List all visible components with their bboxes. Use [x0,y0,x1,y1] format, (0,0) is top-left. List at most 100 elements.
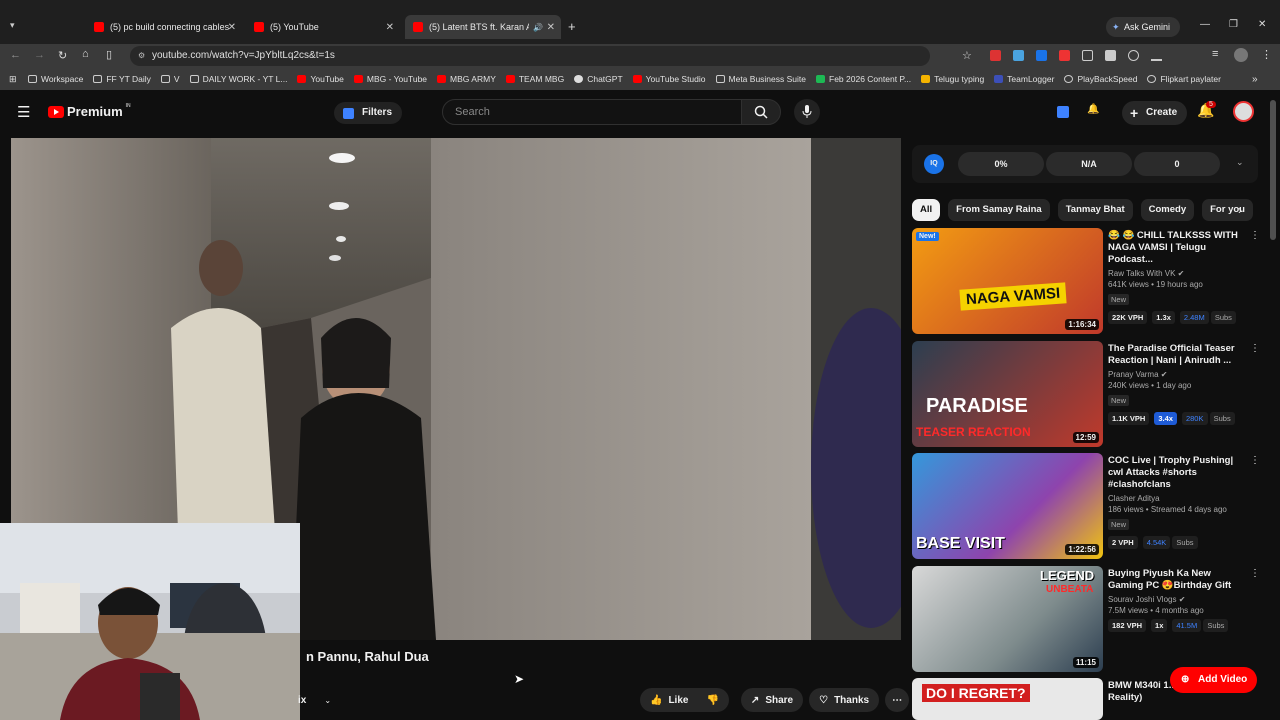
scrollbar[interactable] [1270,100,1276,240]
bookmark-item[interactable]: PlayBackSpeed [1064,74,1137,84]
tab-pinned-2[interactable] [60,15,82,39]
channel-name[interactable]: Sourav Joshi Vlogs ✔ [1108,595,1248,604]
bookmark-star-icon[interactable]: ☆ [962,49,972,62]
profile-icon[interactable] [1234,48,1248,62]
more-actions-button[interactable]: ⋯ [885,688,910,712]
video-thumbnail[interactable]: PARADISE TEASER REACTION 12:59 [912,341,1103,447]
extension-icon[interactable] [1059,50,1070,61]
recommended-video[interactable]: PARADISE TEASER REACTION 12:59 The Parad… [912,341,1262,447]
create-button[interactable]: + Create [1122,101,1188,125]
close-tab-icon[interactable]: ✕ [228,22,236,33]
more-vertical-icon[interactable]: ⋮ [1250,569,1260,579]
bookmark-item[interactable]: Flipkart paylater [1147,74,1221,84]
browser-menu-icon[interactable]: ⋮ [1261,48,1272,61]
close-window-icon[interactable]: ✕ [1258,19,1266,30]
bookmark-item[interactable]: TeamLogger [994,74,1054,84]
restore-icon[interactable]: ❐ [1229,19,1238,30]
more-vertical-icon[interactable]: ⋮ [1250,456,1260,466]
account-avatar[interactable] [1233,101,1254,122]
video-thumbnail[interactable]: DO I REGRET? [912,678,1103,720]
chevron-down-icon[interactable]: ⌄ [324,696,331,705]
history-icon[interactable] [1128,50,1139,61]
like-button[interactable]: 👍 Like [640,688,697,712]
bookmark-item[interactable]: Telugu typing [921,74,984,84]
hamburger-menu-icon[interactable]: ☰ [17,103,30,121]
speaker-icon[interactable]: 🔊 [533,23,543,32]
more-vertical-icon[interactable]: ⋮ [1250,231,1260,241]
bookmark-item[interactable]: YouTube Studio [632,74,706,84]
more-bookmarks-icon[interactable]: » [1252,74,1258,85]
video-title[interactable]: COC Live | Trophy Pushing| cwl Attacks #… [1108,455,1248,491]
menu-lines-icon[interactable]: ≡ [1212,48,1218,60]
dislike-button[interactable]: 👎 [696,688,729,712]
sidebar-icon[interactable]: ▯ [106,48,112,61]
new-tab-icon[interactable]: + [568,19,576,34]
bookmark-item[interactable]: MBG ARMY [437,74,496,84]
extension-icon[interactable] [1105,50,1116,61]
url-field[interactable]: ⚙ youtube.com/watch?v=JpYbltLq2cs&t=1s [130,46,930,66]
video-title[interactable]: Buying Piyush Ka New Gaming PC 😍Birthday… [1108,568,1248,592]
iq-extension-icon[interactable] [1057,106,1069,118]
puzzle-icon[interactable] [1082,50,1093,61]
search-button[interactable] [741,99,781,125]
channel-name[interactable]: Pranay Varma ✔ [1108,370,1248,379]
bell-small-icon[interactable]: 🔔 [1087,104,1099,115]
extension-icon[interactable] [990,50,1001,61]
forward-icon[interactable]: → [34,49,45,61]
video-thumbnail[interactable]: New! NAGA VAMSI 1:16:34 [912,228,1103,334]
extension-icon[interactable] [1013,50,1024,61]
bookmark-item[interactable]: YouTube [297,74,344,84]
iq-badge[interactable]: IQ [924,154,944,174]
extension-icon[interactable] [1036,50,1047,61]
video-title[interactable]: The Paradise Official Teaser Reaction | … [1108,343,1248,367]
chip-from-samay-raina[interactable]: From Samay Raina [948,199,1050,221]
youtube-premium-logo[interactable]: Premium IN [48,103,131,119]
tab-search-icon[interactable]: ▾ [10,20,15,31]
home-icon[interactable]: ⌂ [82,48,89,60]
channel-name[interactable]: Clasher Aditya [1108,494,1248,503]
minimize-icon[interactable]: — [1200,19,1210,30]
bookmark-item[interactable]: Feb 2026 Content P... [816,74,911,84]
chip-all[interactable]: All [912,199,941,221]
tab-latent-bts[interactable]: (5) Latent BTS ft. Karan Auj 🔊 ✕ [405,15,561,39]
bookmark-item[interactable]: FF YT Daily [93,74,151,84]
bookmark-item[interactable]: TEAM MBG [505,74,564,84]
chevron-down-icon[interactable]: ⌄ [1236,157,1244,168]
site-info-icon[interactable]: ⚙ [138,46,145,66]
apps-grid-icon[interactable]: ⊞ [9,74,17,85]
channel-name[interactable]: Raw Talks With VK ✔ [1108,269,1248,278]
chip-comedy[interactable]: Comedy [1140,199,1195,221]
add-video-button[interactable]: ⊕ Add Video [1170,667,1258,693]
thanks-button[interactable]: ♡ Thanks [809,688,880,712]
video-title[interactable]: 😂 😂 CHILL TALKSSS WITH NAGA VAMSI | Telu… [1108,230,1248,266]
chip-for-you[interactable]: For you [1202,199,1253,221]
more-vertical-icon[interactable]: ⋮ [1250,344,1260,354]
video-thumbnail[interactable]: LEGEND UNBEATA 11:15 [912,566,1103,672]
back-icon[interactable]: ← [10,49,21,61]
bookmark-item[interactable]: Meta Business Suite [715,74,806,84]
tab-youtube[interactable]: (5) YouTube ✕ [246,15,400,39]
bookmark-item[interactable]: DAILY WORK - YT L... [189,74,287,84]
ask-gemini-button[interactable]: ✦ Ask Gemini [1106,17,1181,37]
search-input[interactable]: Search [442,99,742,125]
share-button[interactable]: ↗ Share [740,688,804,712]
tab-pinned-1[interactable] [30,15,52,39]
chip-tanmay-bhat[interactable]: Tanmay Bhat [1057,199,1133,221]
tab-pc-build[interactable]: (5) pc build connecting cables ✕ [86,15,242,39]
bookmark-item[interactable]: Workspace [28,74,83,84]
bookmark-item[interactable]: ChatGPT [574,74,623,84]
close-tab-icon[interactable]: ✕ [547,22,555,33]
close-tab-icon[interactable]: ✕ [386,22,394,33]
bookmark-item[interactable]: V [160,74,180,84]
chips-next-icon[interactable]: › [1238,203,1242,217]
reload-icon[interactable]: ↻ [58,49,67,62]
recommended-video[interactable]: BASE VISIT 1:22:56 COC Live | Trophy Pus… [912,453,1262,559]
recommended-video[interactable]: New! NAGA VAMSI 1:16:34 😂 😂 CHILL TALKSS… [912,228,1262,334]
video-thumbnail[interactable]: BASE VISIT 1:22:56 [912,453,1103,559]
channel-name-partial[interactable]: ix [298,695,306,706]
download-icon[interactable] [1151,50,1162,61]
filters-button[interactable]: Filters [334,102,403,124]
bookmark-item[interactable]: MBG - YouTube [353,74,427,84]
recommended-video[interactable]: LEGEND UNBEATA 11:15 Buying Piyush Ka Ne… [912,566,1262,672]
voice-search-button[interactable] [794,99,820,125]
